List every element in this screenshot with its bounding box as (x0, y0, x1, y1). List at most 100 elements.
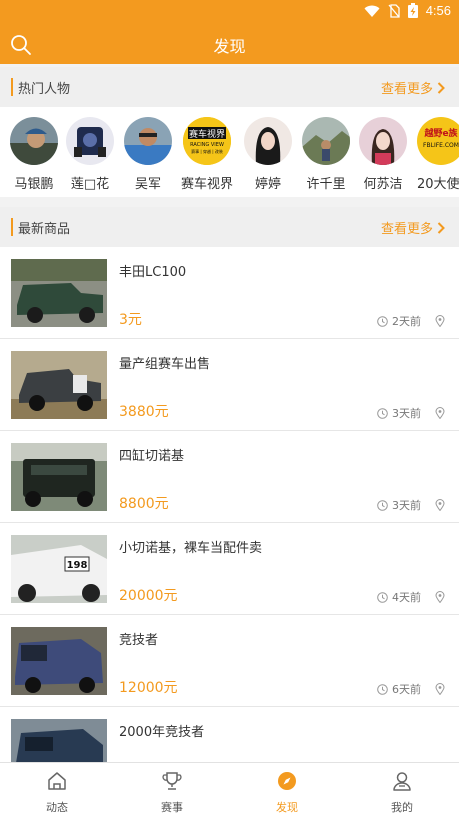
tab-dynamics[interactable]: 动态 (0, 763, 114, 816)
clock-icon (377, 407, 388, 419)
person-item[interactable]: 马银鹏 (6, 117, 62, 192)
avatar (124, 117, 172, 165)
goods-item[interactable]: 四缸切诺基 8800元 3天前 (0, 431, 459, 523)
goods-thumbnail (11, 443, 107, 511)
bottom-tab-bar: 动态 赛事 发现 我的 (0, 762, 459, 816)
person-name: 莲□花 (70, 177, 110, 192)
avatar (359, 117, 407, 165)
person-item[interactable]: 赛车视界 RACING VIEW 赛事 | 穿越 | 改装 赛车视界 (179, 117, 235, 192)
person-item[interactable]: 何苏洁 (355, 117, 411, 192)
person-name: 马银鹏 (14, 177, 54, 192)
goods-price: 3880元 (119, 404, 169, 420)
location-pin-icon (435, 499, 445, 511)
goods-meta: 3天前 (377, 497, 445, 513)
compass-icon (278, 772, 296, 790)
goods-item[interactable]: 竞技者 12000元 6天前 (0, 615, 459, 707)
goods-thumbnail: 198 (11, 535, 107, 603)
chevron-right-icon (437, 81, 445, 94)
person-name: 许千里 (306, 177, 346, 192)
location-pin-icon (435, 315, 445, 327)
profile-icon (393, 772, 411, 791)
goods-time: 2天前 (392, 315, 421, 328)
goods-price: 12000元 (119, 680, 178, 696)
avatar (66, 117, 114, 165)
person-name: 20大使 (417, 177, 459, 192)
new-goods-header: 最新商品 查看更多 (0, 207, 459, 247)
goods-item[interactable]: 量产组赛车出售 3880元 3天前 (0, 339, 459, 431)
home-icon (48, 772, 66, 790)
tab-events[interactable]: 赛事 (115, 763, 229, 816)
chevron-right-icon (437, 221, 445, 234)
goods-item[interactable]: 丰田LC100 3元 2天前 (0, 247, 459, 339)
goods-item[interactable]: 198 小切诺基，裸车当配件卖 20000元 4天前 (0, 523, 459, 615)
section-accent-bar (11, 218, 13, 236)
clock-icon (377, 683, 388, 695)
goods-list: 丰田LC100 3元 2天前 量产组赛车出售 3880元 3天前 四缸切诺基 8… (0, 247, 459, 762)
goods-thumbnail (11, 259, 107, 327)
fblife-logo-title: 越野e族 (423, 127, 458, 139)
goods-item[interactable]: 2000年竞技者 (0, 707, 459, 762)
clock-icon (377, 315, 388, 327)
top-bar: 发现 (0, 24, 459, 64)
race-number-plate: 198 (67, 560, 88, 571)
battery-charging-icon (407, 3, 418, 18)
page-title: 发现 (213, 37, 246, 56)
goods-title: 丰田LC100 (119, 265, 187, 280)
hot-people-header: 热门人物 查看更多 (0, 67, 459, 107)
goods-meta: 3天前 (377, 405, 445, 421)
trophy-icon (162, 772, 182, 790)
hot-people-list: 马银鹏 莲□花 吴军 赛车视界 RACING VIEW 赛事 | 穿越 | 改装… (0, 107, 459, 197)
goods-thumbnail (11, 351, 107, 419)
goods-title: 2000年竞技者 (119, 725, 205, 740)
new-goods-more-link[interactable]: 查看更多 (381, 218, 445, 237)
status-time: 4:56 (425, 3, 451, 18)
tab-label: 动态 (46, 801, 68, 814)
goods-time: 3天前 (392, 499, 421, 512)
wifi-icon (364, 5, 380, 17)
fblife-logo: 越野e族 FBLIFE.COM (417, 117, 459, 165)
racing-logo-title: 赛车视界 (189, 128, 225, 140)
racing-logo-sub: RACING VIEW (190, 142, 224, 148)
more-label: 查看更多 (380, 82, 433, 97)
person-name: 何苏洁 (363, 177, 403, 192)
tab-label: 发现 (276, 801, 298, 814)
person-name: 赛车视界 (180, 177, 233, 192)
goods-time: 4天前 (392, 591, 421, 604)
location-pin-icon (435, 591, 445, 603)
hot-people-more-link[interactable]: 查看更多 (381, 78, 445, 97)
goods-thumbnail (11, 627, 107, 695)
tab-label: 我的 (391, 801, 413, 814)
tab-mine[interactable]: 我的 (345, 763, 459, 816)
person-item[interactable]: 莲□花 (62, 117, 118, 192)
more-label: 查看更多 (380, 222, 433, 237)
tab-label: 赛事 (161, 801, 183, 814)
goods-price: 20000元 (119, 588, 178, 604)
person-item[interactable]: 越野e族 FBLIFE.COM 20大使 (413, 117, 459, 192)
goods-price: 8800元 (119, 496, 169, 512)
person-item[interactable]: 吴军 (120, 117, 176, 192)
status-bar: 4:56 (0, 0, 459, 24)
goods-title: 小切诺基，裸车当配件卖 (119, 541, 263, 556)
location-pin-icon (435, 683, 445, 695)
person-item[interactable]: 婷婷 (240, 117, 296, 192)
goods-meta: 6天前 (377, 681, 445, 697)
goods-title: 竞技者 (119, 633, 159, 648)
location-pin-icon (435, 407, 445, 419)
clock-icon (377, 591, 388, 603)
person-item[interactable]: 许千里 (298, 117, 354, 192)
racing-view-logo: 赛车视界 RACING VIEW 赛事 | 穿越 | 改装 (183, 117, 231, 165)
clock-icon (377, 499, 388, 511)
avatar (10, 117, 58, 165)
goods-title: 量产组赛车出售 (119, 357, 211, 372)
person-name: 吴军 (134, 177, 161, 192)
goods-time: 6天前 (392, 683, 421, 696)
fblife-logo-sub: FBLIFE.COM (423, 142, 459, 149)
tab-discover[interactable]: 发现 (230, 763, 344, 816)
goods-meta: 4天前 (377, 589, 445, 605)
section-accent-bar (11, 78, 13, 96)
no-sim-icon (388, 3, 400, 18)
goods-price: 3元 (119, 312, 142, 328)
goods-title: 四缸切诺基 (119, 449, 185, 464)
goods-thumbnail (11, 719, 107, 762)
goods-meta: 2天前 (377, 313, 445, 329)
